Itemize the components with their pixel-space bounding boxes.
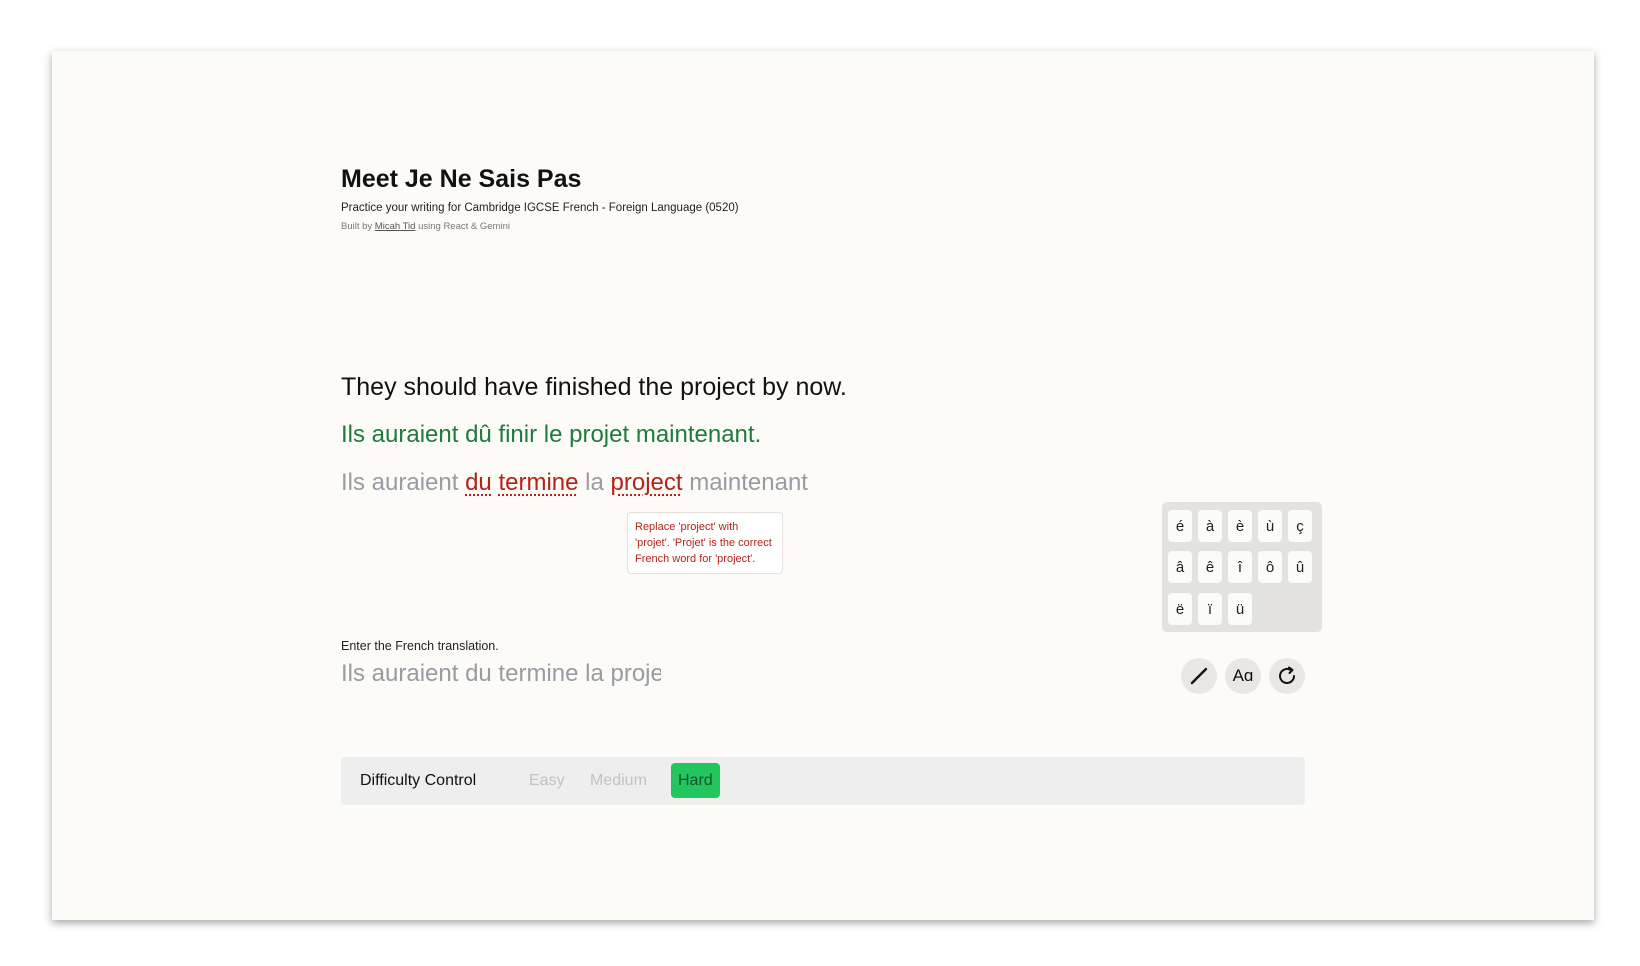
error-word[interactable]: termine [498,469,578,496]
accent-key[interactable]: ï [1198,593,1222,625]
accent-key[interactable]: ü [1228,593,1252,625]
difficulty-option-hard[interactable]: Hard [671,763,720,798]
page-title: Meet Je Ne Sais Pas [341,165,582,193]
attempt-text: maintenant [682,469,808,496]
error-tooltip: Replace 'project' with 'projet'. 'Projet… [627,512,783,574]
accent-key[interactable]: é [1168,510,1192,542]
difficulty-control: Difficulty Control Easy Medium Hard [341,757,1305,805]
attempt-feedback: Ils auraient du termine la project maint… [341,469,808,497]
credit-prefix: Built by [341,221,375,232]
accent-key[interactable]: ù [1258,510,1282,542]
accent-keyboard: é à è ù ç â ê î ô û ë ï ü [1162,502,1322,632]
pen-button[interactable] [1181,658,1217,694]
accent-key[interactable]: î [1228,551,1252,583]
accent-key[interactable]: ê [1198,551,1222,583]
english-sentence: They should have finished the project by… [341,373,847,401]
correct-french-sentence: Ils auraient dû finir le projet maintena… [341,421,762,448]
accent-key[interactable]: ë [1168,593,1192,625]
error-word[interactable]: du [465,469,492,496]
app-window: Meet Je Ne Sais Pas Practice your writin… [52,51,1594,920]
difficulty-label: Difficulty Control [360,772,477,789]
pencil-icon [1190,667,1208,685]
attempt-text: Ils auraient [341,469,466,496]
page-subtitle: Practice your writing for Cambridge IGCS… [341,202,739,214]
accent-key[interactable]: è [1228,510,1252,542]
difficulty-option-medium[interactable]: Medium [590,772,647,790]
page-header: Meet Je Ne Sais Pas Practice your writin… [341,164,739,232]
author-link[interactable]: Micah Tid [375,221,416,232]
accent-key[interactable]: â [1168,551,1192,583]
refresh-button[interactable] [1269,658,1305,694]
accent-key[interactable]: à [1198,510,1222,542]
credit-line: Built by Micah Tid using React & Gemini [341,221,739,232]
accent-key[interactable]: ç [1288,510,1312,542]
refresh-icon [1279,666,1295,684]
font-toggle-button[interactable]: Aɑ [1225,658,1261,694]
attempt-text: la [578,469,611,496]
input-label: Enter the French translation. [341,639,499,653]
accent-key[interactable]: ô [1258,551,1282,583]
translation-input[interactable] [341,657,661,691]
error-word[interactable]: project [611,469,683,496]
credit-suffix: using React & Gemini [415,221,510,232]
difficulty-option-easy[interactable]: Easy [529,772,565,790]
accent-key[interactable]: û [1288,551,1312,583]
